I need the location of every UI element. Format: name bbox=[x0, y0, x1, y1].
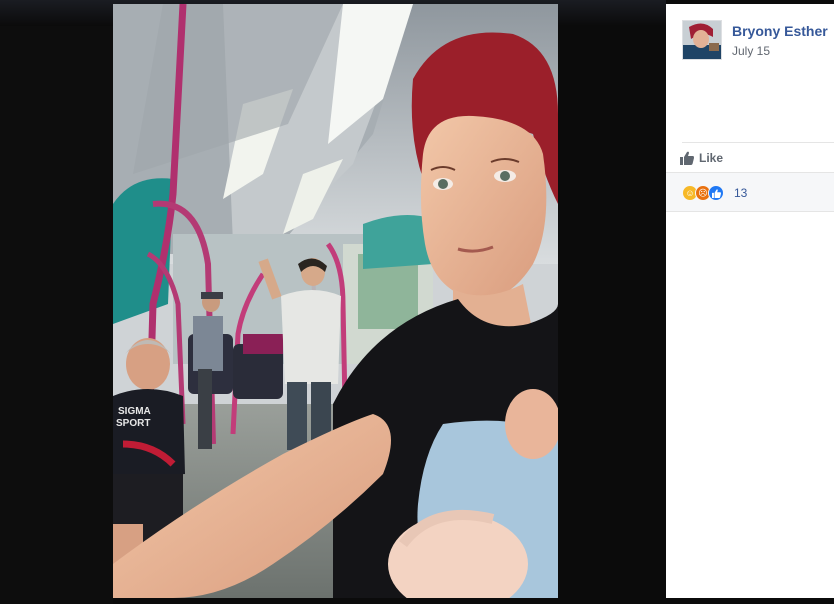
svg-text:SPORT: SPORT bbox=[116, 418, 150, 429]
reaction-count[interactable]: 13 bbox=[734, 186, 747, 200]
post-date[interactable]: July 15 bbox=[732, 44, 770, 58]
post-side-panel: Bryony Esther July 15 Like ☺ ☹ 13 bbox=[666, 4, 834, 598]
thumbs-up-icon bbox=[680, 151, 694, 165]
post-photo[interactable]: SIGMA SPORT bbox=[113, 4, 558, 598]
lightbox-backdrop-left bbox=[0, 26, 113, 604]
like-icon bbox=[708, 185, 724, 201]
author-avatar[interactable] bbox=[682, 20, 722, 60]
like-button[interactable]: Like bbox=[680, 147, 723, 169]
svg-text:SIGMA: SIGMA bbox=[118, 406, 151, 417]
like-label: Like bbox=[699, 151, 724, 165]
reaction-icons[interactable]: ☺ ☹ bbox=[682, 185, 724, 201]
reactions-summary: ☺ ☹ 13 bbox=[666, 172, 834, 212]
divider bbox=[682, 142, 834, 143]
author-name-link[interactable]: Bryony Esther bbox=[732, 23, 828, 39]
